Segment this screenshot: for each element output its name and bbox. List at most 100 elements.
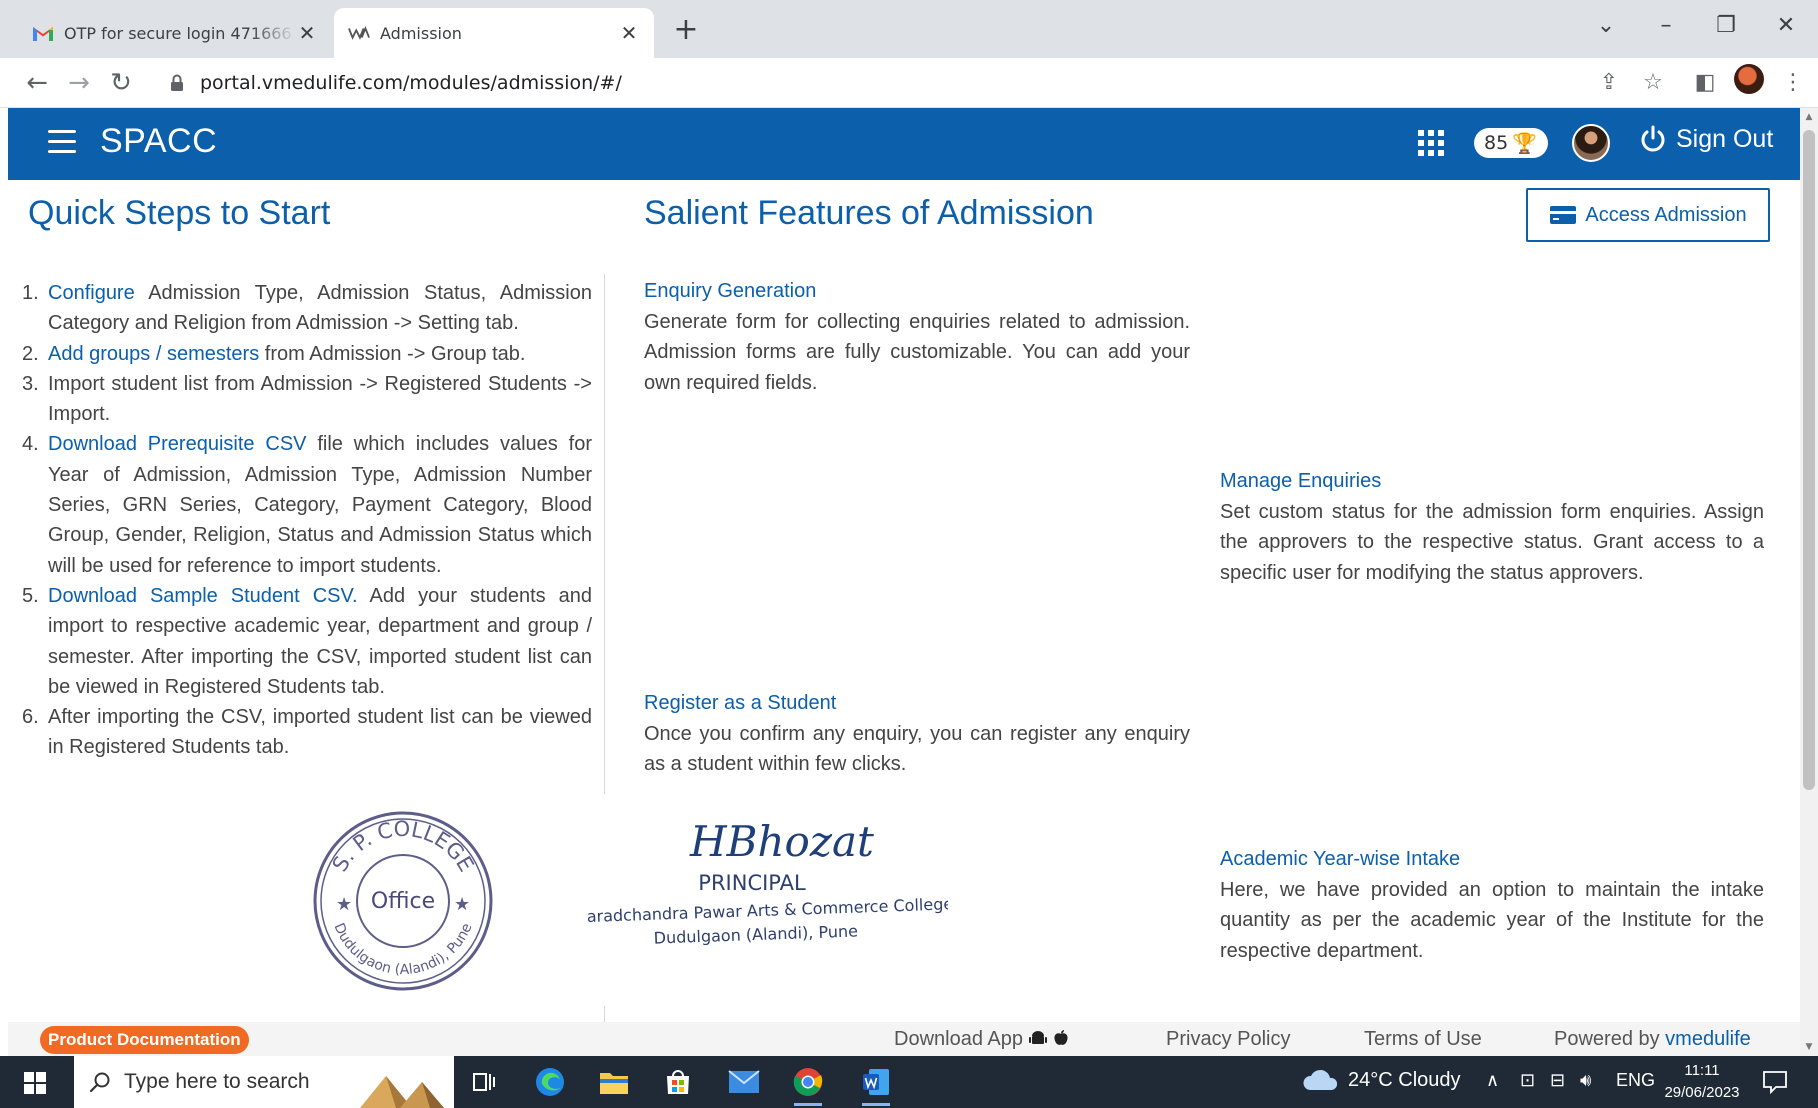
quick-steps-list: 1. Configure Admission Type, Admission St… — [22, 278, 592, 763]
reload-icon[interactable]: ↻ — [104, 66, 138, 100]
vmedulife-link[interactable]: vmedulife — [1665, 1028, 1751, 1050]
stamp-center-text: Office — [371, 889, 435, 914]
page-footer: Product Documentation Download App Priva… — [8, 1022, 1800, 1056]
download-sample-student-csv-link[interactable]: Download Sample Student CSV. — [48, 585, 358, 607]
tab-close-icon[interactable]: ✕ — [618, 21, 640, 45]
signature-line1: Sharadchandra Pawar Arts & Commerce Coll… — [588, 894, 948, 926]
feature-register-as-student: Register as a Student Once you confirm a… — [644, 692, 1190, 780]
download-app-link[interactable]: Download App — [894, 1028, 1070, 1051]
mail-icon[interactable] — [726, 1064, 762, 1100]
access-admission-label: Access Admission — [1585, 203, 1747, 226]
taskbar-clock[interactable]: 11:11 29/06/2023 — [1664, 1060, 1740, 1104]
notification-icon[interactable] — [1762, 1070, 1788, 1094]
brand-name[interactable]: SPACC — [100, 122, 217, 161]
window-close-icon[interactable]: ✕ — [1766, 6, 1806, 46]
points-badge[interactable]: 85 🏆 — [1474, 128, 1548, 158]
feature-academic-year-intake: Academic Year-wise Intake Here, we have … — [1220, 848, 1764, 966]
scroll-down-icon[interactable]: ▼ — [1800, 1038, 1818, 1056]
tab-search-chevron-icon[interactable]: ⌄ — [1586, 6, 1626, 46]
feature-text: Once you confirm any enquiry, you can re… — [644, 723, 1190, 776]
edge-icon[interactable] — [532, 1064, 568, 1100]
network-icon[interactable]: ⊟ — [1550, 1070, 1565, 1091]
powered-by[interactable]: Powered by vmedulife — [1554, 1028, 1751, 1051]
menu-kebab-icon[interactable]: ⋮ — [1778, 68, 1808, 98]
quick-steps-heading: Quick Steps to Start — [28, 194, 331, 232]
page-scrollbar[interactable]: ▲ ▼ — [1800, 108, 1818, 1056]
word-icon[interactable] — [858, 1064, 894, 1106]
tray-chevron-up-icon[interactable]: ∧ — [1486, 1070, 1499, 1091]
list-item: 4. Download Prerequisite CSV file which i… — [22, 433, 592, 577]
weather-widget[interactable]: 24°C Cloudy — [1302, 1068, 1461, 1092]
url-text: portal.vmedulife.com/modules/admission/#… — [200, 72, 622, 94]
feature-text: Here, we have provided an option to main… — [1220, 879, 1764, 962]
back-icon[interactable]: ← — [20, 66, 54, 100]
share-icon[interactable]: ⇪ — [1594, 68, 1624, 98]
column-divider — [604, 274, 605, 794]
tab-title: Admission — [380, 23, 462, 43]
access-admission-button[interactable]: Access Admission — [1526, 188, 1770, 242]
new-tab-button[interactable]: + — [668, 12, 704, 48]
product-documentation-button[interactable]: Product Documentation — [40, 1026, 249, 1054]
restore-icon[interactable]: ❐ — [1706, 6, 1746, 46]
signature-scribble: HBhozat — [689, 817, 874, 866]
android-icon — [1028, 1031, 1047, 1044]
browser-tab-bar: OTP for secure login 471666 - jos ✕ Admi… — [0, 0, 1818, 58]
star-icon: ★ — [454, 894, 470, 915]
pyramids-search-highlight-icon — [360, 1076, 444, 1108]
terms-of-use-link[interactable]: Terms of Use — [1364, 1028, 1482, 1051]
minimize-icon[interactable]: – — [1646, 6, 1686, 46]
url-host: portal.vmedulife.com — [200, 72, 404, 94]
tab-admission[interactable]: Admission ✕ — [334, 8, 654, 58]
feature-title: Academic Year-wise Intake — [1220, 848, 1461, 870]
taskbar-search-box[interactable]: Type here to search — [74, 1056, 454, 1108]
principal-signature: HBhozat PRINCIPAL Sharadchandra Pawar Ar… — [566, 806, 953, 956]
card-icon — [1550, 206, 1577, 224]
signature-title: PRINCIPAL — [698, 871, 806, 895]
download-prerequisite-csv-link[interactable]: Download Prerequisite CSV — [48, 433, 307, 455]
scroll-up-icon[interactable]: ▲ — [1800, 108, 1818, 126]
stamp-bottom-text: Dudulgaon (Alandi), Pune — [330, 921, 475, 978]
user-avatar[interactable] — [1572, 124, 1610, 162]
browser-profile-avatar[interactable] — [1734, 64, 1764, 94]
windows-start-icon[interactable] — [24, 1072, 46, 1094]
feature-title: Enquiry Generation — [644, 280, 817, 302]
side-panel-icon[interactable]: ◧ — [1690, 68, 1720, 98]
privacy-policy-link[interactable]: Privacy Policy — [1166, 1028, 1290, 1051]
apple-icon — [1054, 1030, 1068, 1045]
feature-title: Manage Enquiries — [1220, 470, 1382, 492]
bookmark-star-icon[interactable]: ☆ — [1638, 68, 1668, 98]
chrome-icon[interactable] — [790, 1064, 826, 1106]
sign-out-button[interactable]: Sign Out — [1638, 124, 1773, 154]
list-item: 3. Import student list from Admission -> … — [22, 372, 592, 426]
address-bar[interactable]: portal.vmedulife.com/modules/admission/#… — [158, 64, 1620, 102]
volume-icon[interactable]: 🔊︎ — [1580, 1070, 1591, 1091]
search-icon — [89, 1072, 110, 1093]
app-header: SPACC 85 🏆 Sign Out — [8, 108, 1800, 180]
tab-close-icon[interactable]: ✕ — [296, 21, 318, 45]
add-groups-link[interactable]: Add groups / semesters — [48, 343, 259, 365]
clock-time: 11:11 — [1684, 1062, 1720, 1079]
meet-now-icon[interactable]: ⊡ — [1520, 1070, 1535, 1091]
powered-by-prefix: Powered by — [1554, 1028, 1666, 1050]
feature-text: Set custom status for the admission form… — [1220, 501, 1764, 584]
svg-text:Dudulgaon (Alandi), Pune: Dudulgaon (Alandi), Pune — [330, 921, 475, 978]
scrollbar-thumb[interactable] — [1803, 130, 1815, 790]
vmedulife-icon — [348, 22, 370, 44]
gmail-icon — [32, 22, 54, 44]
feature-manage-enquiries: Manage Enquiries Set custom status for t… — [1220, 470, 1764, 588]
svg-text:S. P. COLLEGE: S. P. COLLEGE — [328, 817, 479, 876]
tab-gmail[interactable]: OTP for secure login 471666 - jos ✕ — [18, 8, 332, 58]
weather-text: 24°C Cloudy — [1348, 1068, 1461, 1091]
apps-grid-icon[interactable] — [1418, 130, 1444, 156]
microsoft-store-icon[interactable] — [660, 1064, 696, 1100]
list-item: 2. Add groups / semesters from Admission … — [22, 342, 526, 365]
cloud-icon — [1303, 1069, 1338, 1090]
task-view-icon[interactable] — [466, 1064, 502, 1100]
input-language[interactable]: ENG — [1616, 1070, 1655, 1091]
hamburger-menu-icon[interactable] — [48, 130, 76, 154]
configure-link[interactable]: Configure — [48, 282, 135, 304]
file-explorer-icon[interactable] — [596, 1064, 632, 1100]
points-value: 85 — [1484, 132, 1509, 154]
list-item: 5. Download Sample Student CSV. Add your … — [22, 584, 593, 698]
forward-icon[interactable]: → — [62, 66, 96, 100]
